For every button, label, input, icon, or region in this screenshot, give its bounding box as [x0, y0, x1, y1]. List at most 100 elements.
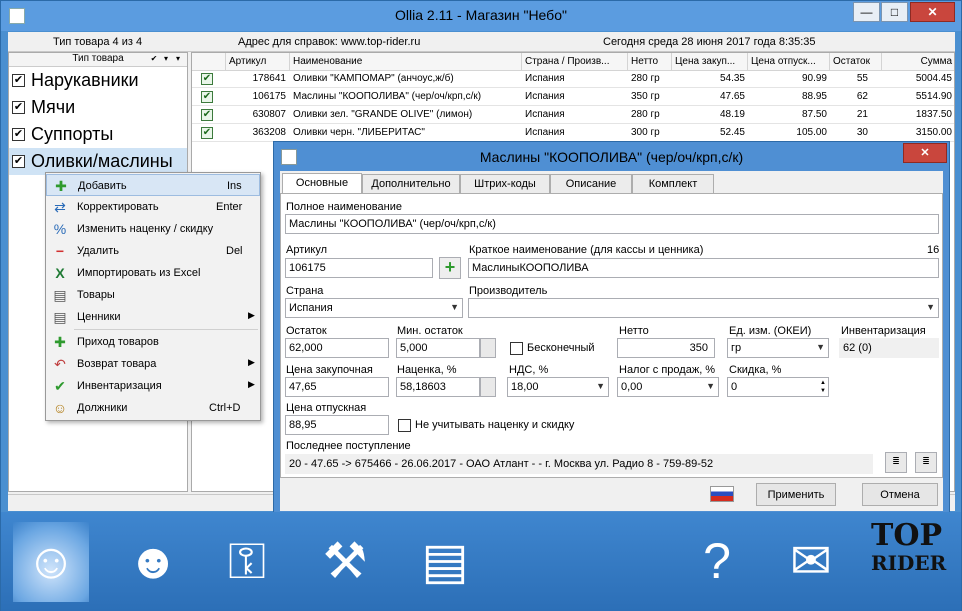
add-icon[interactable]: +	[439, 257, 461, 279]
maximize-button[interactable]: □	[881, 2, 908, 22]
netto-label: Нетто	[619, 325, 649, 337]
row-checkbox[interactable]: ✔	[201, 127, 213, 139]
help-book-icon[interactable]: ?	[679, 522, 755, 602]
markup-field[interactable]: 58,18603	[396, 377, 480, 397]
category-item[interactable]: ✔ Мячи	[9, 94, 187, 121]
vat-select[interactable]: 18,00 ▼	[507, 377, 609, 397]
tab-kit[interactable]: Комплект	[632, 174, 714, 193]
chevron-down-icon: ▼	[816, 342, 825, 352]
endless-label: Бесконечный	[527, 342, 595, 354]
cell-purchase: 47.65	[719, 91, 745, 102]
tab-main[interactable]: Основные	[282, 173, 362, 194]
short-name-field[interactable]: МаслиныКООПОЛИВА	[468, 258, 939, 278]
cancel-button[interactable]: Отмена	[862, 483, 938, 506]
category-checkbox[interactable]: ✔	[12, 128, 25, 141]
category-item[interactable]: ✔ Нарукавники	[9, 67, 187, 94]
table-header[interactable]: Артикул	[226, 53, 290, 71]
chevron-down-icon: ▼	[706, 381, 715, 391]
tools-icon[interactable]: ⚒	[307, 522, 383, 602]
table-header[interactable]: Нетто	[628, 53, 672, 71]
category-checkbox[interactable]: ✔	[12, 101, 25, 114]
list-icon[interactable]: ≣	[915, 452, 937, 473]
spin-up-icon[interactable]: ▲	[820, 380, 826, 387]
user-icon[interactable]: ☺	[13, 522, 89, 602]
category-checkbox[interactable]: ✔	[12, 155, 25, 168]
menu-item-receipt[interactable]: ✚ Приход товаров	[46, 331, 260, 353]
row-checkbox[interactable]: ✔	[201, 91, 213, 103]
unit-select[interactable]: гр ▼	[727, 338, 829, 358]
purchase-price-label: Цена закупочная	[286, 364, 373, 376]
cell-purchase: 54.35	[719, 73, 745, 84]
sort-dropdown-icon[interactable]: ▾	[173, 54, 183, 65]
tab-barcodes[interactable]: Штрих-коды	[460, 174, 550, 193]
info-bar: Тип товара 4 из 4 Адрес для справок: www…	[8, 32, 955, 52]
country-select[interactable]: Испания ▼	[285, 298, 463, 318]
category-checkbox[interactable]: ✔	[12, 74, 25, 87]
users-icon[interactable]: ☻	[115, 522, 191, 602]
menu-item-import-excel[interactable]: X Импортировать из Excel	[46, 262, 260, 284]
sell-price-field[interactable]: 88,95	[285, 415, 389, 435]
row-checkbox[interactable]: ✔	[201, 109, 213, 121]
tab-description[interactable]: Описание	[550, 174, 632, 193]
menu-item-delete[interactable]: − Удалить Del	[46, 240, 260, 262]
apply-button[interactable]: Применить	[756, 483, 836, 506]
netto-field[interactable]: 350	[617, 338, 715, 358]
discount-stepper[interactable]: 0 ▲ ▼	[727, 377, 829, 397]
logo-bottom-text: RIDER	[871, 551, 947, 575]
category-item-selected[interactable]: ✔ Оливки/маслины	[9, 148, 187, 175]
menu-label: Корректировать	[77, 201, 159, 213]
menu-item-return[interactable]: ↶ Возврат товара ▶	[46, 353, 260, 375]
filter-dropdown-icon[interactable]: ▾	[161, 54, 171, 65]
min-stock-button[interactable]	[480, 338, 496, 358]
maker-select[interactable]: ▼	[468, 298, 939, 318]
full-name-field[interactable]: Маслины "КООПОЛИВА" (чер/оч/крп,с/к)	[285, 214, 939, 234]
menu-item-edit[interactable]: ⇄ Корректировать Enter	[46, 196, 260, 218]
floppy-icon[interactable]: ▤	[407, 522, 483, 602]
table-header[interactable]: Наименование	[290, 53, 522, 71]
markup-button[interactable]	[480, 377, 496, 397]
stock-field[interactable]: 62,000	[285, 338, 389, 358]
ignore-markup-checkbox[interactable]	[398, 419, 411, 432]
cell-sum: 3150.00	[915, 127, 952, 138]
russian-flag-icon[interactable]	[710, 486, 734, 502]
dialog-close-button[interactable]: ✕	[903, 143, 947, 163]
min-stock-field[interactable]: 5,000	[396, 338, 480, 358]
menu-item-price-tags[interactable]: ▤ Ценники ▶	[46, 306, 260, 328]
menu-item-markup[interactable]: % Изменить наценку / скидку	[46, 218, 260, 240]
check-all-icon[interactable]: ✔	[149, 54, 159, 65]
country-value: Испания	[289, 302, 333, 314]
menu-item-inventory[interactable]: ✔ Инвентаризация ▶	[46, 375, 260, 397]
table-header-check[interactable]	[192, 53, 226, 71]
inventory-value: 62 (0)	[839, 338, 939, 358]
menu-label: Ценники	[77, 311, 121, 323]
key-icon[interactable]: ⚿	[209, 522, 285, 602]
discount-value: 0	[731, 381, 738, 393]
cell-sum: 5514.90	[915, 91, 952, 102]
row-checkbox[interactable]: ✔	[201, 73, 213, 85]
minimize-button[interactable]: —	[853, 2, 880, 22]
category-item[interactable]: ✔ Суппорты	[9, 121, 187, 148]
close-button[interactable]: ✕	[910, 2, 955, 22]
menu-item-goods[interactable]: ▤ Товары	[46, 284, 260, 306]
table-header[interactable]: Остаток	[830, 53, 882, 71]
sales-tax-select[interactable]: 0,00 ▼	[617, 377, 719, 397]
table-header[interactable]: Цена отпуск...	[748, 53, 830, 71]
purchase-price-field[interactable]: 47,65	[285, 377, 389, 397]
table-header[interactable]: Цена закуп...	[672, 53, 748, 71]
list-icon[interactable]: ≣	[885, 452, 907, 473]
article-field[interactable]: 106175	[285, 258, 433, 278]
table-row[interactable]: ✔ 178641 Оливки "КАМПОМАР" (анчоус,ж/б) …	[192, 71, 954, 88]
table-header[interactable]: Страна / Произв...	[522, 53, 628, 71]
table-row[interactable]: ✔ 363208 Оливки черн. "ЛИБЕРИТАС" Испани…	[192, 125, 954, 142]
cell-country: Испания	[525, 73, 565, 84]
table-header[interactable]: Сумма	[882, 53, 954, 71]
menu-item-add[interactable]: ✚ Добавить Ins	[46, 174, 260, 196]
spin-down-icon[interactable]: ▼	[820, 388, 826, 395]
menu-item-debtors[interactable]: ☺ Должники Ctrl+D	[46, 397, 260, 419]
table-row[interactable]: ✔ 106175 Маслины "КООПОЛИВА" (чер/оч/крп…	[192, 89, 954, 106]
mail-sync-icon[interactable]: ✉	[773, 522, 849, 602]
endless-checkbox[interactable]	[510, 342, 523, 355]
tab-additional[interactable]: Дополнительно	[362, 174, 460, 193]
table-row[interactable]: ✔ 630807 Оливки зел. "GRANDE OLIVE" (лим…	[192, 107, 954, 124]
logo-top-text: TOP	[871, 518, 943, 553]
